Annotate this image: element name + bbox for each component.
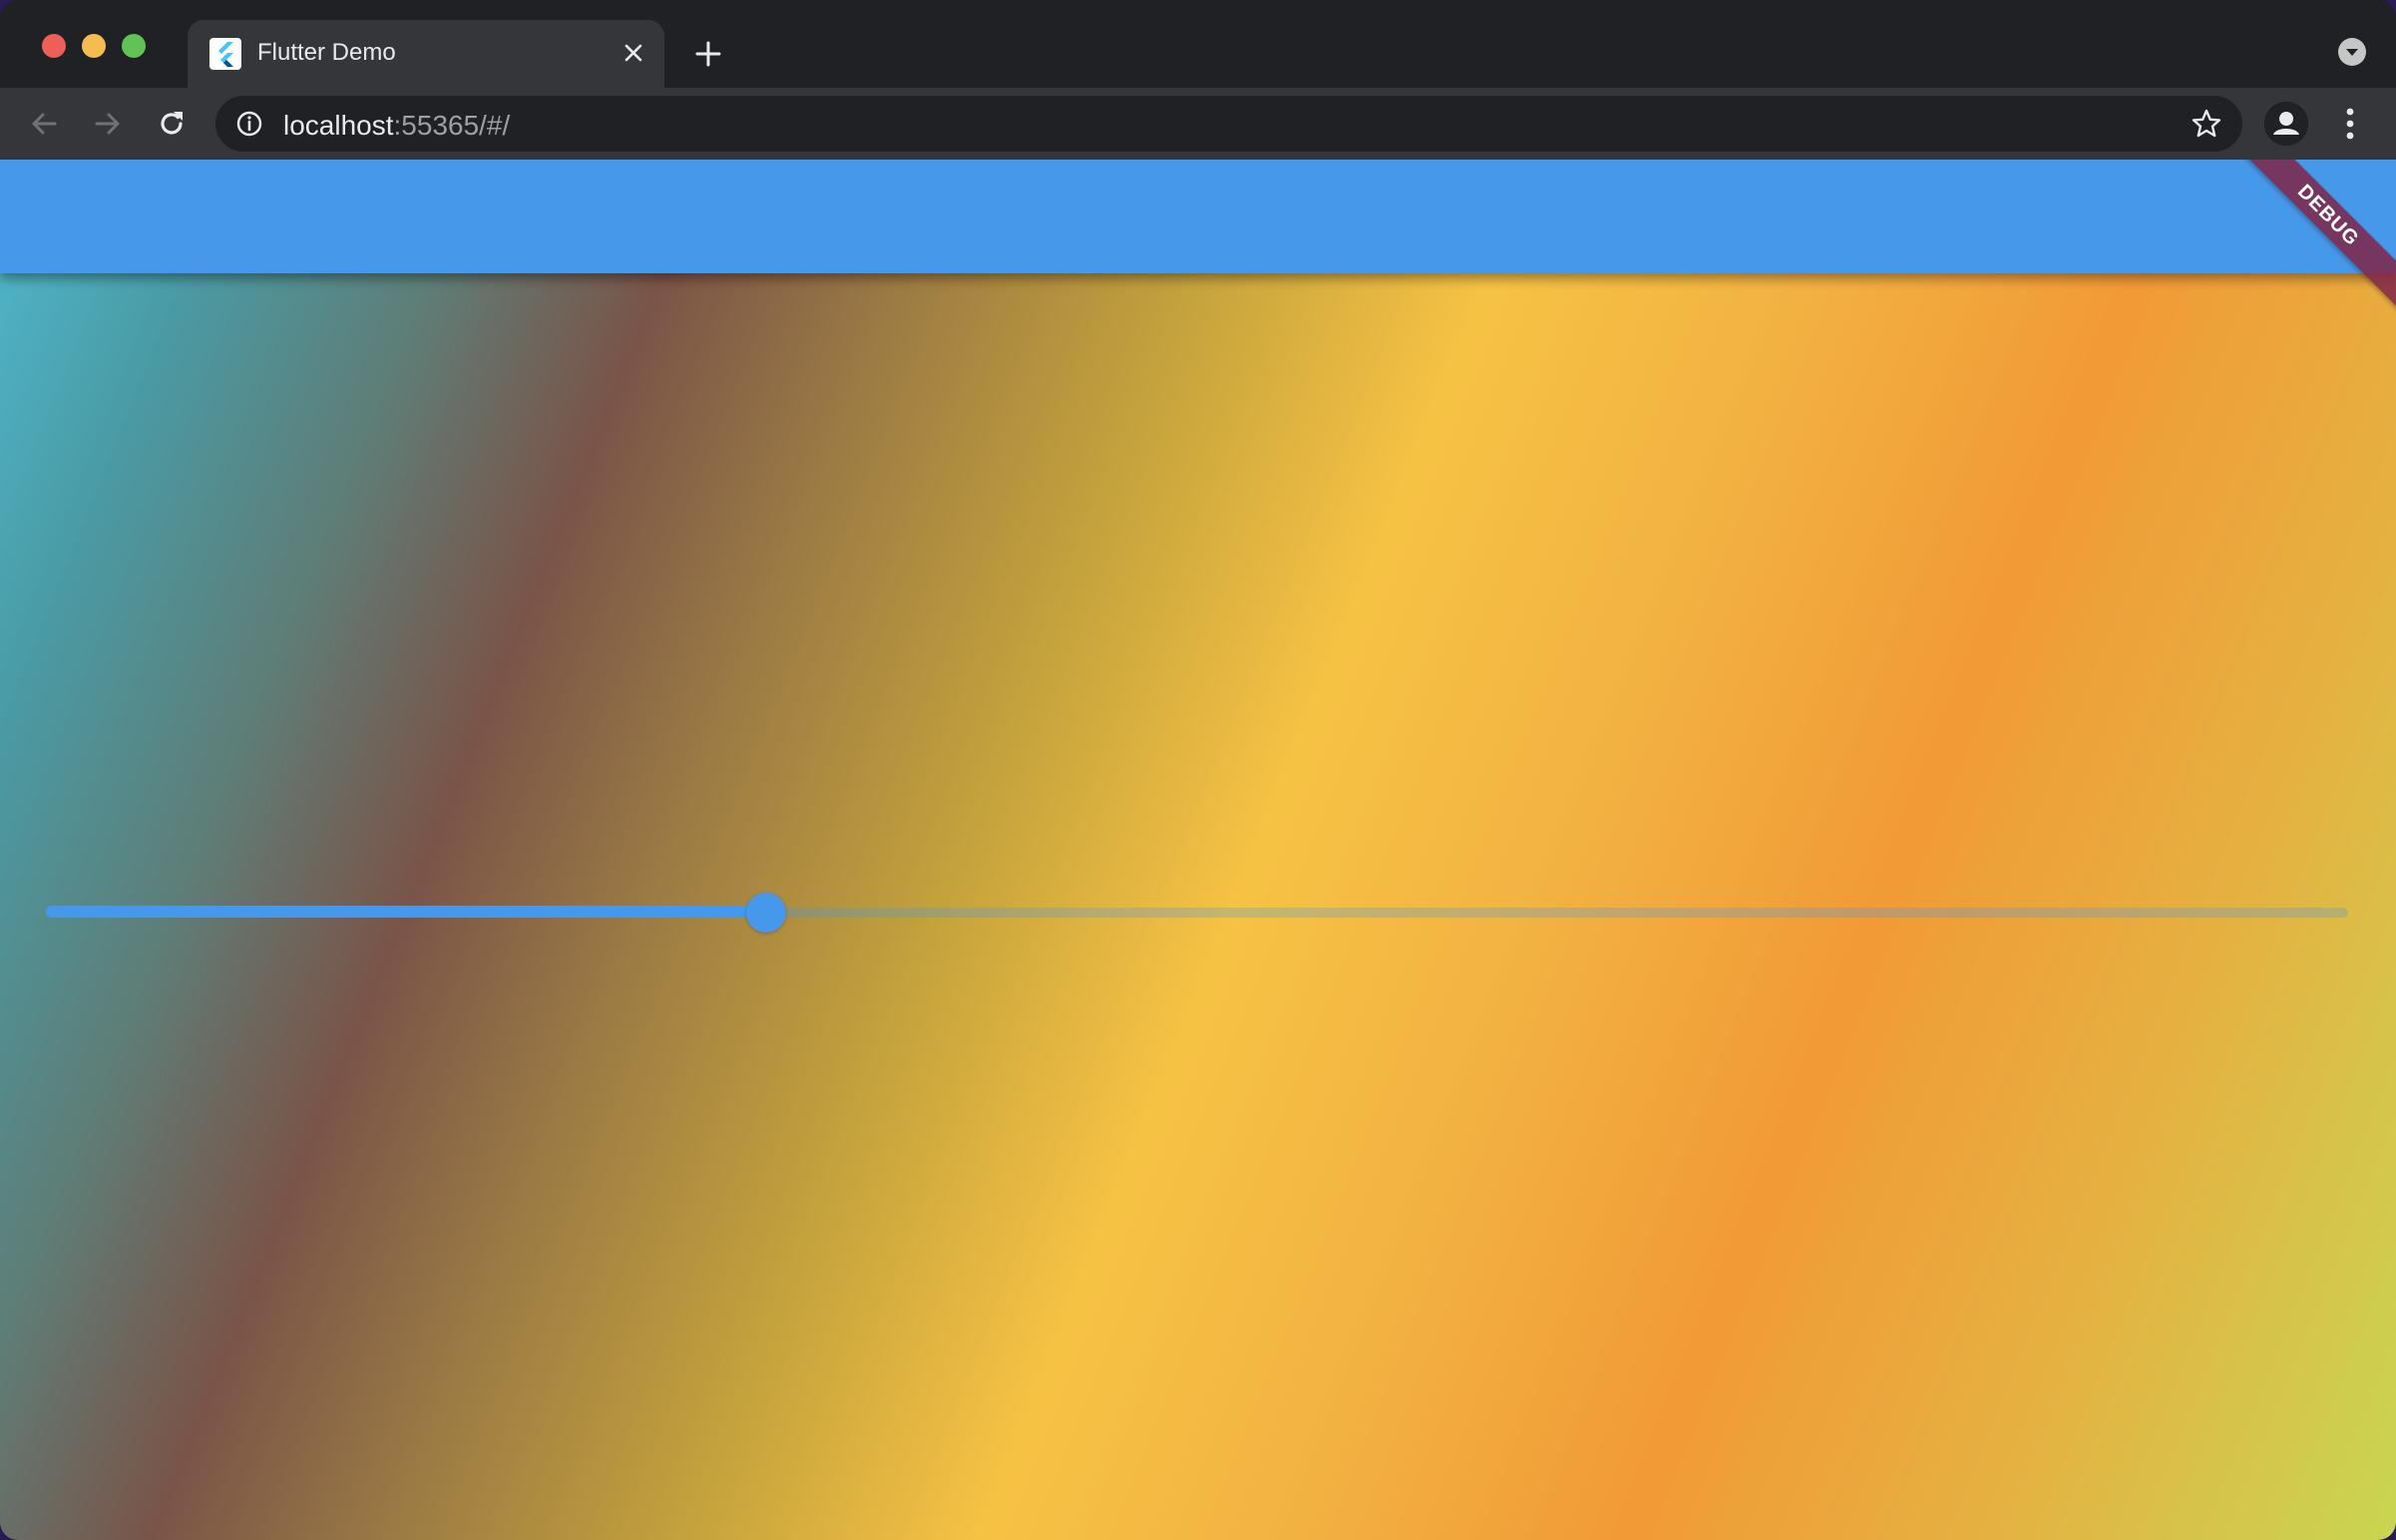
slider-active-track[interactable] bbox=[46, 906, 767, 918]
maximize-window-button[interactable] bbox=[122, 34, 146, 58]
app-bar bbox=[0, 160, 2396, 273]
arrow-left-icon[interactable] bbox=[22, 102, 66, 146]
value-slider[interactable] bbox=[46, 882, 2348, 942]
tab-flutter-demo[interactable]: Flutter Demo bbox=[188, 20, 664, 88]
url-host: localhost bbox=[283, 110, 394, 141]
minimize-window-button[interactable] bbox=[82, 34, 106, 58]
chevron-down-icon[interactable] bbox=[2338, 38, 2366, 66]
star-icon[interactable] bbox=[2191, 108, 2222, 140]
browser-window: Flutter Demo localhost:55365/#/ DEBUG bbox=[0, 0, 2396, 1540]
browser-toolbar: localhost:55365/#/ bbox=[0, 88, 2396, 160]
flutter-logo-icon bbox=[209, 38, 241, 70]
url-path: :55365/#/ bbox=[393, 110, 511, 141]
arrow-right-icon[interactable] bbox=[86, 102, 130, 146]
address-bar[interactable]: localhost:55365/#/ bbox=[215, 96, 2242, 152]
url-text: localhost:55365/#/ bbox=[283, 110, 510, 142]
tab-strip: Flutter Demo bbox=[0, 0, 2396, 88]
kebab-menu-icon[interactable] bbox=[2330, 102, 2370, 146]
close-icon[interactable] bbox=[616, 36, 650, 70]
plus-icon[interactable] bbox=[688, 34, 728, 74]
close-window-button[interactable] bbox=[42, 34, 66, 58]
slider-thumb[interactable] bbox=[746, 893, 787, 933]
person-icon[interactable] bbox=[2264, 102, 2308, 146]
reload-icon[interactable] bbox=[150, 102, 194, 146]
info-icon[interactable] bbox=[235, 110, 263, 138]
tab-title: Flutter Demo bbox=[257, 39, 396, 66]
flutter-app-content: DEBUG bbox=[0, 160, 2396, 1540]
